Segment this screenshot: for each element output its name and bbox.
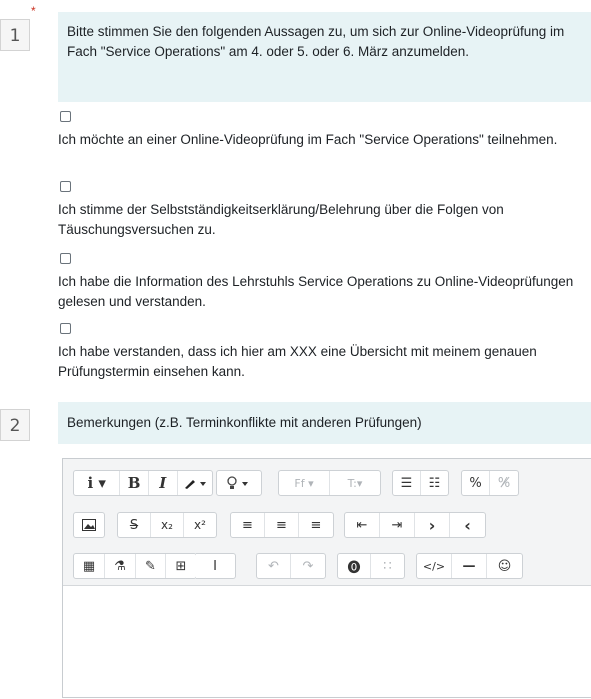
undo-button[interactable]: ↶ bbox=[257, 554, 291, 578]
toolbar-group-history: ↶ ↷ bbox=[256, 553, 326, 579]
toolbar-group-bg bbox=[216, 470, 262, 496]
toolbar-group-lists: ☰ ☷ bbox=[392, 470, 449, 496]
toolbar-group-style: i ▾ B I bbox=[73, 470, 213, 496]
required-marker: * bbox=[31, 4, 36, 18]
checkbox[interactable] bbox=[60, 111, 71, 122]
bold-button[interactable]: B bbox=[120, 471, 149, 495]
info-dropdown-button[interactable]: i ▾ bbox=[74, 471, 121, 495]
question-number: 2 bbox=[0, 409, 30, 441]
font-size-dropdown[interactable]: T:▾ bbox=[330, 471, 380, 495]
cropped-header bbox=[0, 0, 591, 4]
indent-button[interactable]: ⇥ bbox=[380, 513, 415, 537]
toolbar-group-misc: </> — ☺ bbox=[416, 553, 523, 579]
align-left-button[interactable]: ≡ bbox=[231, 513, 265, 537]
accessibility-button[interactable]: ⓿ bbox=[338, 554, 371, 578]
question-text: Bemerkungen (z.B. Terminkonflikte mit an… bbox=[58, 402, 591, 444]
html-button[interactable]: </> bbox=[417, 554, 452, 578]
cursor-button[interactable]: Ⅰ bbox=[196, 554, 234, 578]
toolbar-group-insert: ▦ ⚗ ✎ ⊞ bbox=[73, 553, 197, 579]
align-center-button[interactable]: ≡ bbox=[265, 513, 299, 537]
align-right-button[interactable]: ≡ bbox=[299, 513, 333, 537]
background-color-button[interactable] bbox=[217, 471, 261, 495]
edit-button[interactable]: ✎ bbox=[136, 554, 166, 578]
question-text: Bitte stimmen Sie den folgenden Aussagen… bbox=[58, 12, 591, 102]
ordered-list-button[interactable]: ☷ bbox=[421, 471, 448, 495]
checkbox[interactable] bbox=[60, 253, 71, 264]
font-family-dropdown[interactable]: Ff ▾ bbox=[279, 471, 330, 495]
superscript-button[interactable]: x² bbox=[184, 513, 216, 537]
unordered-list-button[interactable]: ☰ bbox=[393, 471, 421, 495]
brush-icon bbox=[184, 480, 206, 489]
checkbox[interactable] bbox=[60, 323, 71, 334]
toolbar-group-a11y: ⓿ ∷ bbox=[337, 553, 405, 579]
link-button[interactable]: % bbox=[462, 471, 490, 495]
checkbox[interactable] bbox=[60, 181, 71, 192]
toolbar-group-text-style: S x₂ x² bbox=[117, 512, 217, 538]
toolbar-group-font: Ff ▾ T:▾ bbox=[278, 470, 381, 496]
checkbox-label[interactable]: Ich habe verstanden, dass ich hier am XX… bbox=[58, 344, 537, 379]
question-number: 1 bbox=[0, 19, 30, 51]
checkbox-option: Ich möchte an einer Online-Videoprüfung … bbox=[58, 111, 591, 150]
checkbox-option: Ich habe verstanden, dass ich hier am XX… bbox=[58, 323, 591, 381]
image-button[interactable] bbox=[74, 513, 104, 537]
rich-text-editor: i ▾ B I Ff ▾ T:▾ ☰ ☷ % %̸ S x₂ x² ≡ ≡ ≡ … bbox=[62, 458, 591, 698]
image-icon bbox=[82, 519, 96, 531]
lightbulb-icon bbox=[227, 476, 248, 489]
strikethrough-button[interactable]: S bbox=[118, 513, 151, 537]
horizontal-rule-button[interactable]: — bbox=[452, 554, 487, 578]
unlink-button[interactable]: %̸ bbox=[490, 471, 518, 495]
table-button[interactable]: ⊞ bbox=[166, 554, 196, 578]
outdent-button[interactable]: ⇤ bbox=[345, 513, 380, 537]
editor-toolbar: i ▾ B I Ff ▾ T:▾ ☰ ☷ % %̸ S x₂ x² ≡ ≡ ≡ … bbox=[63, 459, 591, 586]
emoji-button[interactable]: ☺ bbox=[487, 554, 522, 578]
question-text-content: Bitte stimmen Sie den folgenden Aussagen… bbox=[67, 24, 565, 59]
toolbar-group-links: % %̸ bbox=[461, 470, 519, 496]
question-text-content: Bemerkungen (z.B. Terminkonflikte mit an… bbox=[67, 415, 422, 430]
ltr-button[interactable]: › bbox=[415, 513, 450, 537]
checkbox-label[interactable]: Ich möchte an einer Online-Videoprüfung … bbox=[58, 132, 557, 147]
editor-content-area[interactable] bbox=[63, 586, 591, 699]
toolbar-group-media bbox=[73, 512, 105, 538]
italic-button[interactable]: I bbox=[149, 471, 178, 495]
toolbar-group-indent: ⇤ ⇥ › ‹ bbox=[344, 512, 486, 538]
redo-button[interactable]: ↷ bbox=[291, 554, 325, 578]
calculator-button[interactable]: ▦ bbox=[74, 554, 105, 578]
checkbox-option: Ich stimme der Selbstständigkeitserkläru… bbox=[58, 181, 591, 239]
font-color-button[interactable] bbox=[178, 471, 212, 495]
chemistry-button[interactable]: ⚗ bbox=[105, 554, 136, 578]
special-chars-button[interactable]: ∷ bbox=[371, 554, 404, 578]
checkbox-label[interactable]: Ich stimme der Selbstständigkeitserkläru… bbox=[58, 202, 504, 237]
subscript-button[interactable]: x₂ bbox=[151, 513, 184, 537]
checkbox-label[interactable]: Ich habe die Information des Lehrstuhls … bbox=[58, 274, 573, 309]
toolbar-group-cursor: Ⅰ bbox=[196, 553, 236, 579]
checkbox-option: Ich habe die Information des Lehrstuhls … bbox=[58, 253, 591, 311]
rtl-button[interactable]: ‹ bbox=[450, 513, 485, 537]
toolbar-group-align: ≡ ≡ ≡ bbox=[230, 512, 334, 538]
